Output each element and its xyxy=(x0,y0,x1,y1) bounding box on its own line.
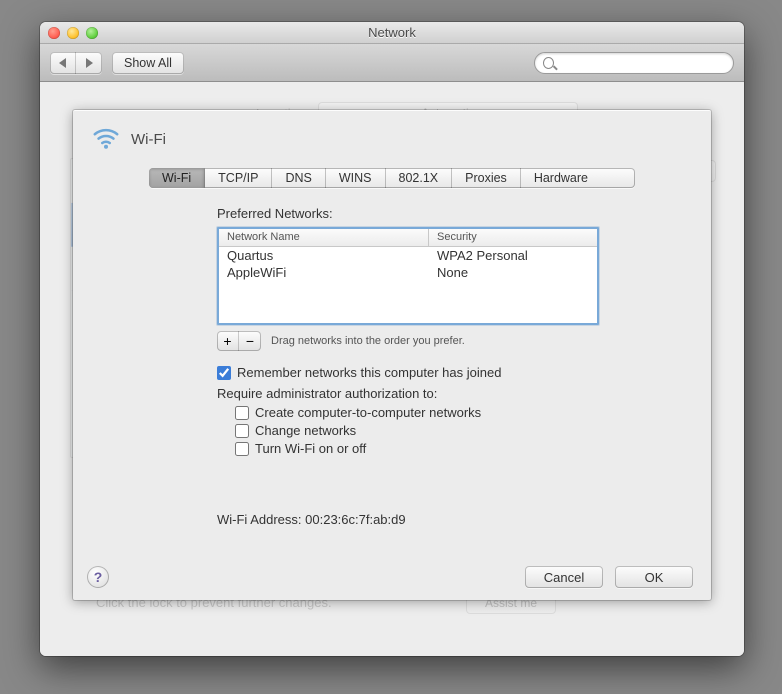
zoom-window-button[interactable] xyxy=(86,27,98,39)
require-change-label: Change networks xyxy=(255,423,356,438)
window-title: Network xyxy=(40,25,744,40)
forward-button[interactable] xyxy=(76,52,102,74)
require-toggle-label: Turn Wi-Fi on or off xyxy=(255,441,366,456)
ok-button[interactable]: OK xyxy=(615,566,693,588)
tab-8021x[interactable]: 802.1X xyxy=(386,168,453,188)
show-all-button[interactable]: Show All xyxy=(112,52,184,74)
cell-network-name: AppleWiFi xyxy=(227,265,437,280)
toolbar: Show All xyxy=(40,44,744,82)
add-remove-buttons: + − xyxy=(217,331,261,351)
preferred-networks-label: Preferred Networks: xyxy=(217,206,711,221)
tab-tcpip[interactable]: TCP/IP xyxy=(205,168,272,188)
tab-dns[interactable]: DNS xyxy=(272,168,325,188)
advanced-sheet: Wi-Fi Wi-Fi TCP/IP DNS WINS 802.1X Proxi… xyxy=(73,110,711,600)
remove-network-button[interactable]: − xyxy=(239,331,261,351)
cell-security: None xyxy=(437,265,589,280)
wifi-icon xyxy=(91,123,121,156)
cancel-button[interactable]: Cancel xyxy=(525,566,603,588)
require-toggle-checkbox[interactable] xyxy=(235,442,249,456)
table-row[interactable]: AppleWiFi None xyxy=(219,264,597,281)
remember-networks-label: Remember networks this computer has join… xyxy=(237,365,501,380)
table-row[interactable]: Quartus WPA2 Personal xyxy=(219,247,597,264)
column-security[interactable]: Security xyxy=(429,229,597,246)
search-icon xyxy=(543,57,554,69)
window-controls xyxy=(40,27,98,39)
back-button[interactable] xyxy=(50,52,76,74)
chevron-left-icon xyxy=(59,58,66,68)
tab-proxies[interactable]: Proxies xyxy=(452,168,521,188)
search-field[interactable] xyxy=(534,52,734,74)
add-network-button[interactable]: + xyxy=(217,331,239,351)
remember-networks-checkbox[interactable] xyxy=(217,366,231,380)
cell-security: WPA2 Personal xyxy=(437,248,589,263)
column-network-name[interactable]: Network Name xyxy=(219,229,429,246)
sheet-title: Wi-Fi xyxy=(131,131,166,148)
titlebar: Network xyxy=(40,22,744,44)
help-button[interactable]: ? xyxy=(87,566,109,588)
tab-hardware[interactable]: Hardware xyxy=(521,168,601,188)
chevron-right-icon xyxy=(86,58,93,68)
tab-wifi[interactable]: Wi-Fi xyxy=(149,168,205,188)
content-area: Location: Automatic Ethernet Wi-Fi Bluet… xyxy=(40,82,744,656)
require-create-label: Create computer-to-computer networks xyxy=(255,405,481,420)
wifi-address-value: 00:23:6c:7f:ab:d9 xyxy=(305,512,405,527)
minimize-window-button[interactable] xyxy=(67,27,79,39)
require-create-checkbox[interactable] xyxy=(235,406,249,420)
tab-wins[interactable]: WINS xyxy=(326,168,386,188)
tab-bar: Wi-Fi TCP/IP DNS WINS 802.1X Proxies Har… xyxy=(149,168,635,188)
require-change-checkbox[interactable] xyxy=(235,424,249,438)
window-frame: Network Show All Location: Automatic Eth… xyxy=(40,22,744,656)
cell-network-name: Quartus xyxy=(227,248,437,263)
require-auth-label: Require administrator authorization to: xyxy=(217,386,711,401)
preferred-networks-table[interactable]: Network Name Security Quartus WPA2 Perso… xyxy=(217,227,599,325)
nav-buttons xyxy=(50,52,102,74)
drag-hint: Drag networks into the order you prefer. xyxy=(271,335,465,347)
close-window-button[interactable] xyxy=(48,27,60,39)
wifi-address-label: Wi-Fi Address: xyxy=(217,512,302,527)
wifi-panel: Preferred Networks: Network Name Securit… xyxy=(73,188,711,527)
search-input[interactable] xyxy=(560,56,725,70)
